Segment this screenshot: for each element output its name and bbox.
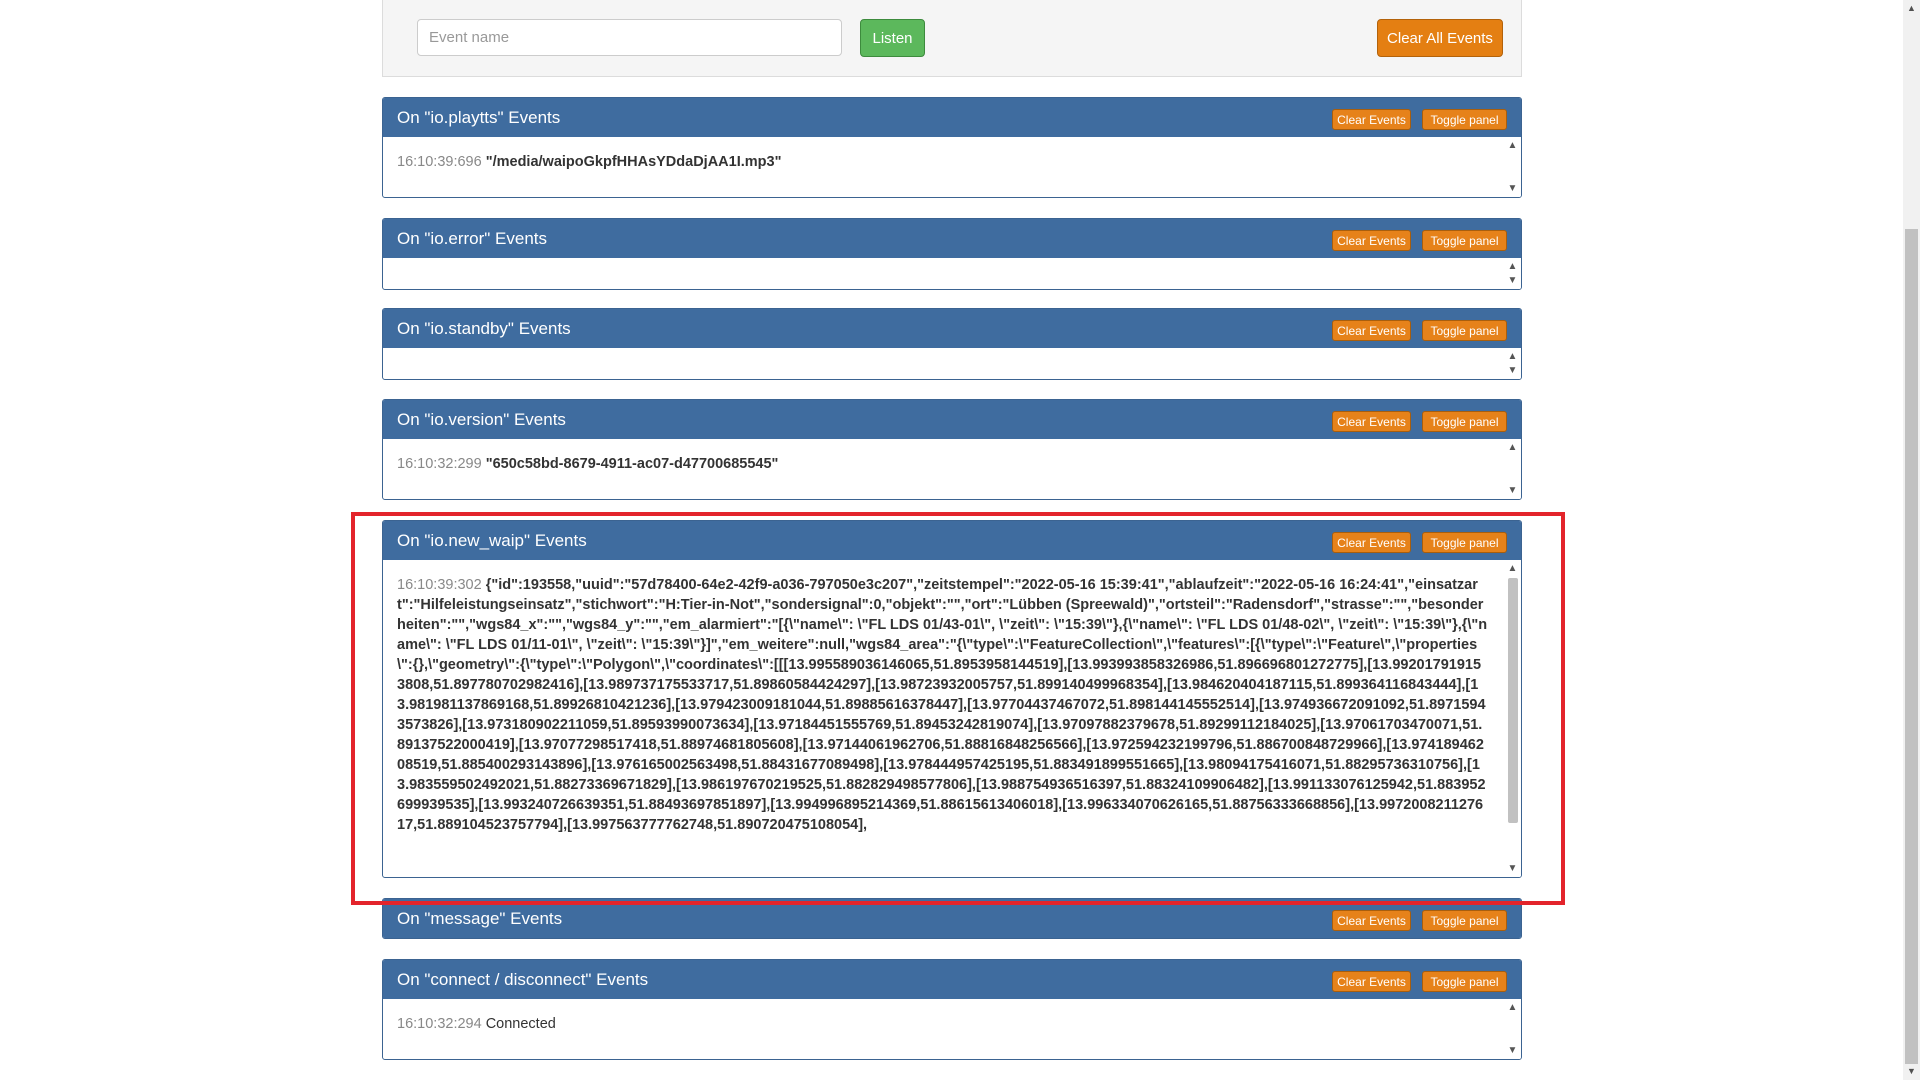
event-payload: "/media/waipoGkpfHHAsYDdaDjAA1I.mp3" — [485, 154, 782, 170]
clear-events-button[interactable]: Clear Events — [1332, 971, 1411, 992]
toggle-panel-button[interactable]: Toggle panel — [1422, 910, 1507, 931]
clear-all-events-button[interactable]: Clear All Events — [1377, 19, 1503, 57]
clear-events-button[interactable]: Clear Events — [1332, 411, 1411, 432]
scroll-up-arrow-icon[interactable]: ▲ — [1504, 999, 1521, 1016]
panel-scrollbar[interactable]: ▲ ▼ — [1504, 137, 1521, 197]
toggle-panel-button[interactable]: Toggle panel — [1422, 411, 1507, 432]
event-entry: 16:10:39:302 {"id":193558,"uuid":"57d784… — [397, 575, 1489, 835]
scroll-up-arrow-icon[interactable]: ▲ — [1504, 439, 1521, 456]
toggle-panel-button[interactable]: Toggle panel — [1422, 532, 1507, 553]
event-timestamp: 16:10:39:302 — [397, 577, 482, 593]
listen-button[interactable]: Listen — [860, 19, 925, 57]
toggle-panel-button[interactable]: Toggle panel — [1422, 971, 1507, 992]
scroll-up-arrow-icon[interactable]: ▲ — [1504, 137, 1521, 154]
listener-toolbar: Listen Clear All Events — [382, 0, 1522, 77]
panel-body[interactable]: ▲ ▼ — [383, 258, 1521, 289]
panel-scrollbar[interactable]: ▲ ▼ — [1504, 258, 1521, 289]
panel-title: On "io.error" Events — [397, 229, 548, 248]
panel-scrollbar[interactable]: ▲ ▼ — [1504, 560, 1521, 877]
scroll-down-arrow-icon[interactable]: ▼ — [1504, 1042, 1521, 1059]
clear-events-button[interactable]: Clear Events — [1332, 109, 1411, 130]
clear-events-button[interactable]: Clear Events — [1332, 230, 1411, 251]
clear-events-button[interactable]: Clear Events — [1332, 910, 1411, 931]
scroll-up-arrow-icon[interactable]: ▲ — [1504, 560, 1521, 577]
event-payload: {"id":193558,"uuid":"57d78400-64e2-42f9-… — [397, 577, 1488, 833]
panel-body[interactable]: ▲ ▼ — [383, 348, 1521, 379]
panel-title: On "io.new_waip" Events — [397, 531, 587, 550]
toggle-panel-button[interactable]: Toggle panel — [1422, 109, 1507, 130]
panel-heading: On "message" Events Clear Events Toggle … — [383, 899, 1521, 938]
page-scrollbar-thumb[interactable] — [1905, 229, 1918, 1064]
panel-io-error: On "io.error" Events Clear Events Toggle… — [382, 218, 1522, 290]
event-entry: 16:10:32:299 "650c58bd-8679-4911-ac07-d4… — [397, 454, 1489, 474]
panel-connect-disconnect: On "connect / disconnect" Events Clear E… — [382, 959, 1522, 1060]
scroll-down-arrow-icon[interactable]: ▼ — [1504, 482, 1521, 499]
panel-title: On "message" Events — [397, 909, 563, 928]
panel-heading: On "io.playtts" Events Clear Events Togg… — [383, 98, 1521, 137]
event-entry: 16:10:39:696 "/media/waipoGkpfHHAsYDdaDj… — [397, 152, 1489, 172]
page-scroll-down-arrow-icon[interactable]: ▼ — [1903, 1063, 1920, 1080]
page-scrollbar[interactable]: ▲ ▼ — [1903, 0, 1920, 1080]
event-timestamp: 16:10:32:299 — [397, 456, 482, 472]
panel-body[interactable]: 16:10:39:302 {"id":193558,"uuid":"57d784… — [383, 560, 1521, 877]
panel-scrollbar[interactable]: ▲ ▼ — [1504, 999, 1521, 1059]
panel-body[interactable]: 16:10:39:696 "/media/waipoGkpfHHAsYDdaDj… — [383, 137, 1521, 197]
panel-io-new-waip: On "io.new_waip" Events Clear Events Tog… — [382, 520, 1522, 878]
toggle-panel-button[interactable]: Toggle panel — [1422, 230, 1507, 251]
panel-heading: On "connect / disconnect" Events Clear E… — [383, 960, 1521, 999]
panel-scrollbar[interactable]: ▲ ▼ — [1504, 348, 1521, 379]
panel-body[interactable]: 16:10:32:299 "650c58bd-8679-4911-ac07-d4… — [383, 439, 1521, 499]
event-payload: Connected — [485, 1016, 556, 1032]
clear-events-button[interactable]: Clear Events — [1332, 532, 1411, 553]
event-entry: 16:10:32:294 Connected — [397, 1014, 1489, 1034]
panel-body[interactable]: 16:10:32:294 Connected ▲ ▼ — [383, 999, 1521, 1059]
event-timestamp: 16:10:32:294 — [397, 1016, 482, 1032]
panel-heading: On "io.standby" Events Clear Events Togg… — [383, 309, 1521, 348]
panel-heading: On "io.new_waip" Events Clear Events Tog… — [383, 521, 1521, 560]
panel-message: On "message" Events Clear Events Toggle … — [382, 898, 1522, 939]
panel-title: On "io.playtts" Events — [397, 108, 561, 127]
panel-io-playtts: On "io.playtts" Events Clear Events Togg… — [382, 97, 1522, 198]
clear-events-button[interactable]: Clear Events — [1332, 320, 1411, 341]
panel-io-version: On "io.version" Events Clear Events Togg… — [382, 399, 1522, 500]
panel-title: On "io.standby" Events — [397, 319, 571, 338]
panel-title: On "connect / disconnect" Events — [397, 970, 649, 989]
panel-heading: On "io.version" Events Clear Events Togg… — [383, 400, 1521, 439]
panel-scrollbar[interactable]: ▲ ▼ — [1504, 439, 1521, 499]
event-timestamp: 16:10:39:696 — [397, 154, 482, 170]
event-name-input[interactable] — [417, 19, 842, 56]
scroll-down-arrow-icon[interactable]: ▼ — [1504, 860, 1521, 877]
scrollbar-thumb[interactable] — [1508, 578, 1518, 823]
toggle-panel-button[interactable]: Toggle panel — [1422, 320, 1507, 341]
page-scroll-up-arrow-icon[interactable]: ▲ — [1903, 0, 1920, 17]
panel-io-standby: On "io.standby" Events Clear Events Togg… — [382, 308, 1522, 380]
panel-title: On "io.version" Events — [397, 410, 566, 429]
event-payload: "650c58bd-8679-4911-ac07-d47700685545" — [485, 456, 779, 472]
panel-heading: On "io.error" Events Clear Events Toggle… — [383, 219, 1521, 258]
scroll-down-arrow-icon[interactable]: ▼ — [1504, 362, 1521, 379]
scroll-down-arrow-icon[interactable]: ▼ — [1504, 180, 1521, 197]
scroll-down-arrow-icon[interactable]: ▼ — [1504, 272, 1521, 289]
